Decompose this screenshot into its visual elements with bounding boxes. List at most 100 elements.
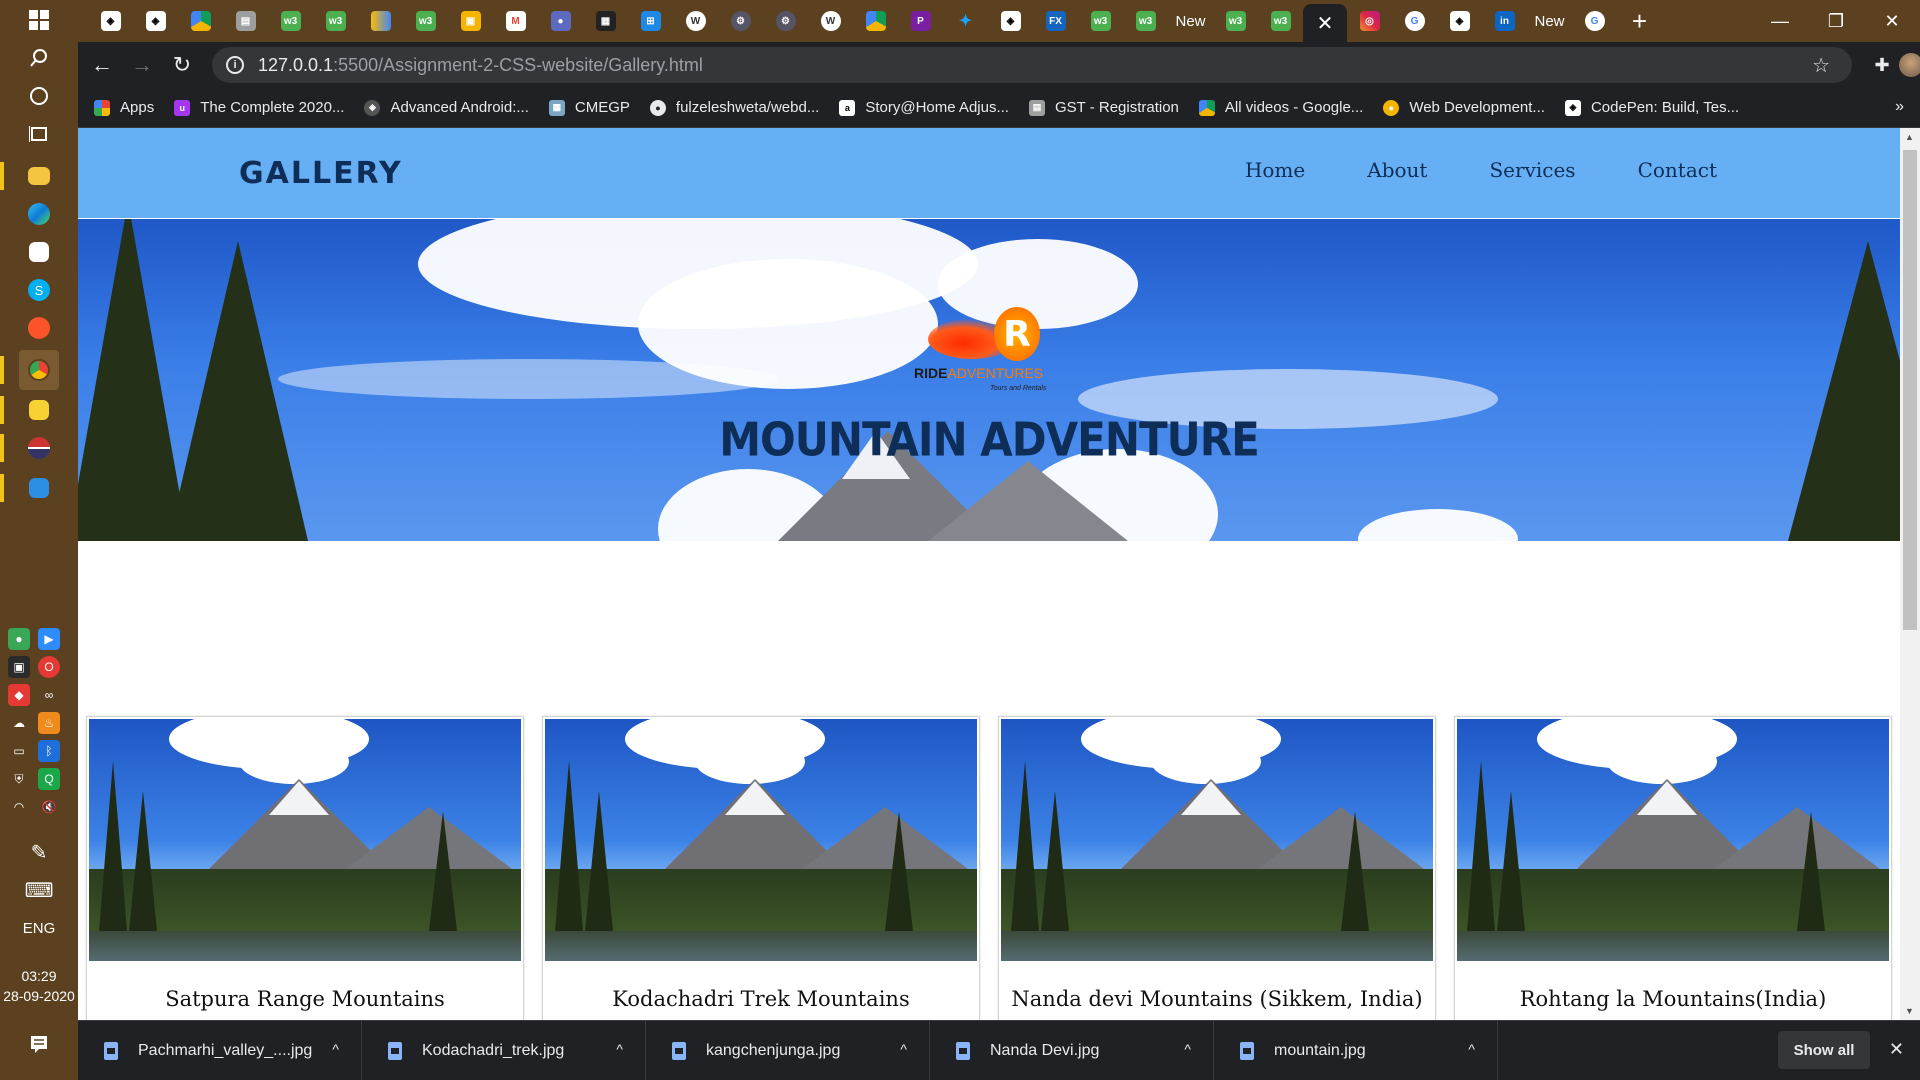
tab-purple-site[interactable]: P — [898, 0, 943, 42]
edge-icon[interactable] — [19, 194, 59, 234]
skype-icon[interactable]: S — [19, 270, 59, 310]
tab-codepen[interactable]: ◈ — [988, 0, 1033, 42]
gallery-card[interactable]: Rohtang la Mountains(India) — [1454, 716, 1892, 1020]
tab-google[interactable]: G — [1572, 0, 1617, 42]
store-icon[interactable] — [19, 232, 59, 272]
extensions-puzzle-icon[interactable]: ✚ — [1870, 45, 1894, 85]
tab-google-drive[interactable] — [178, 0, 223, 42]
java-icon[interactable]: ♨ — [38, 712, 60, 734]
search-icon[interactable] — [19, 38, 59, 78]
bookmark-item[interactable]: ● Web Development... — [1383, 99, 1545, 116]
tab-new-tab[interactable]: New — [1527, 0, 1572, 42]
tab-wordpress[interactable]: W — [808, 0, 853, 42]
chevron-up-icon[interactable]: ^ — [332, 1041, 339, 1057]
tab-w3schools[interactable]: w3 — [1258, 0, 1303, 42]
defender-icon[interactable]: ⛨ — [8, 768, 30, 790]
url-text[interactable]: 127.0.0.1:5500/Assignment-2-CSS-website/… — [258, 55, 703, 76]
tab-blue-site[interactable]: ⊞ — [628, 0, 673, 42]
nav-services-link[interactable]: Services — [1489, 158, 1575, 182]
tab-twitter[interactable]: ✦ — [943, 0, 988, 42]
tab-google-drive[interactable] — [853, 0, 898, 42]
tab-w3schools[interactable]: w3 — [1123, 0, 1168, 42]
site-info-icon[interactable]: i — [226, 56, 244, 74]
tab-w3schools[interactable]: w3 — [1078, 0, 1123, 42]
tab-w3schools[interactable]: w3 — [268, 0, 313, 42]
chevron-up-icon[interactable]: ^ — [1184, 1041, 1191, 1057]
back-arrow-icon[interactable]: ← — [82, 45, 122, 85]
tab-settings-site[interactable]: ⚙ — [718, 0, 763, 42]
opera-icon[interactable]: O — [38, 656, 60, 678]
sticky-notes-icon[interactable] — [19, 390, 59, 430]
minimize-icon[interactable]: — — [1752, 0, 1808, 42]
scrollbar-thumb[interactable] — [1903, 150, 1917, 630]
battery-icon[interactable]: ▭ — [8, 740, 30, 762]
address-bar[interactable]: i 127.0.0.1:5500/Assignment-2-CSS-websit… — [212, 47, 1852, 83]
bluetooth-icon[interactable]: ᛒ — [38, 740, 60, 762]
gallery-image[interactable] — [545, 719, 977, 961]
gallery-image[interactable] — [1001, 719, 1433, 961]
tab-google[interactable]: G — [1392, 0, 1437, 42]
link-icon[interactable]: ∞ — [38, 684, 60, 706]
bookmark-item[interactable]: ▤ GST - Registration — [1028, 99, 1179, 116]
vertical-scrollbar[interactable]: ▲ ▼ — [1900, 128, 1920, 1020]
tab-current-close-icon[interactable]: ✕ — [1303, 4, 1347, 42]
bookmark-item[interactable]: All videos - Google... — [1198, 99, 1363, 116]
clock-date[interactable]: 28-09-2020 — [0, 986, 78, 1006]
tab-google-ads[interactable] — [358, 0, 403, 42]
bookmark-item[interactable]: ● fulzeleshweta/webd... — [649, 99, 819, 116]
zoom-icon[interactable]: ▶ — [38, 628, 60, 650]
gallery-image[interactable] — [1457, 719, 1889, 961]
nav-contact-link[interactable]: Contact — [1638, 158, 1717, 182]
tab-instagram[interactable]: ◎ — [1347, 0, 1392, 42]
nav-about-link[interactable]: About — [1367, 158, 1427, 182]
notifications-icon[interactable] — [19, 1024, 59, 1064]
tab-codepen[interactable]: ◈ — [1437, 0, 1482, 42]
restore-icon[interactable]: ❐ — [1808, 0, 1864, 42]
chrome-icon[interactable] — [19, 350, 59, 390]
forward-arrow-icon[interactable]: → — [122, 45, 162, 85]
vpn-icon[interactable] — [19, 428, 59, 468]
tab-dark-site[interactable]: ▦ — [583, 0, 628, 42]
tab-new-tab[interactable]: New — [1168, 0, 1213, 42]
tab-codepen[interactable]: ◈ — [88, 0, 133, 42]
wifi-icon[interactable]: ◠ — [8, 796, 30, 818]
tab-codepen[interactable]: ◈ — [133, 0, 178, 42]
file-explorer-icon[interactable] — [19, 156, 59, 196]
tab-w3schools[interactable]: w3 — [313, 0, 358, 42]
language-indicator[interactable]: ENG — [0, 920, 78, 937]
brave-icon[interactable] — [19, 308, 59, 348]
volume-muted-icon[interactable]: 🔇 — [38, 796, 60, 818]
cortana-icon[interactable] — [19, 76, 59, 116]
tray-app-icon[interactable]: ● — [8, 628, 30, 650]
tab-w3schools[interactable]: w3 — [403, 0, 448, 42]
chevron-up-icon[interactable]: ^ — [900, 1041, 907, 1057]
tab-classroom[interactable]: ▣ — [448, 0, 493, 42]
download-item[interactable]: Kodachadri_trek.jpg ^ — [362, 1020, 646, 1080]
tab-gst[interactable]: ▤ — [223, 0, 268, 42]
tab-settings-site[interactable]: ⚙ — [763, 0, 808, 42]
gallery-image[interactable] — [89, 719, 521, 961]
download-item[interactable]: Nanda Devi.jpg ^ — [930, 1020, 1214, 1080]
bookmark-star-icon[interactable]: ☆ — [1812, 53, 1830, 78]
window-close-icon[interactable]: ✕ — [1864, 0, 1920, 42]
anydesk-icon[interactable]: ◆ — [8, 684, 30, 706]
scroll-up-icon[interactable]: ▲ — [1905, 132, 1914, 142]
onedrive-icon[interactable]: ☁ — [8, 712, 30, 734]
reload-icon[interactable]: ↻ — [162, 45, 202, 85]
bookmark-apps[interactable]: Apps — [94, 99, 154, 116]
tab-fx[interactable]: FX — [1033, 0, 1078, 42]
nav-home-link[interactable]: Home — [1245, 158, 1305, 182]
task-view-icon[interactable] — [19, 114, 59, 154]
tab-meet[interactable]: ● — [538, 0, 583, 42]
tab-gmail[interactable]: M — [493, 0, 538, 42]
download-item[interactable]: mountain.jpg ^ — [1214, 1020, 1498, 1080]
show-all-downloads-button[interactable]: Show all — [1778, 1031, 1870, 1069]
clock-time[interactable]: 03:29 — [0, 966, 78, 986]
vscode-icon[interactable] — [19, 468, 59, 508]
download-item[interactable]: Pachmarhi_valley_....jpg ^ — [78, 1020, 362, 1080]
gallery-card[interactable]: Nanda devi Mountains (Sikkem, India) — [998, 716, 1436, 1020]
gallery-card[interactable]: Kodachadri Trek Mountains — [542, 716, 980, 1020]
keyboard-icon[interactable]: ⌨ — [19, 870, 59, 910]
scroll-down-icon[interactable]: ▼ — [1905, 1006, 1914, 1016]
new-tab-button[interactable]: + — [1617, 6, 1662, 37]
